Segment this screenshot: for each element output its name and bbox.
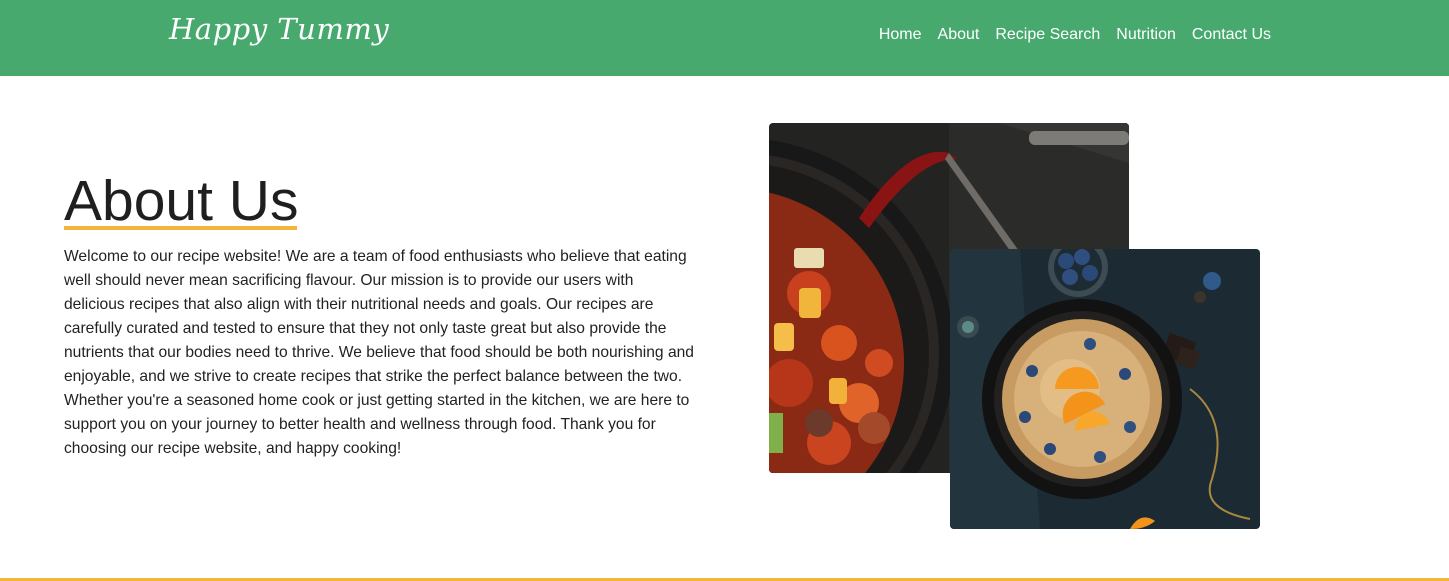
main-nav: Home About Recipe Search Nutrition Conta… bbox=[879, 26, 1271, 44]
title-underline bbox=[64, 226, 297, 230]
site-header: Happy Tummy Home About Recipe Search Nut… bbox=[0, 0, 1449, 76]
nav-link-recipe-search[interactable]: Recipe Search bbox=[995, 26, 1100, 44]
nav-link-nutrition[interactable]: Nutrition bbox=[1116, 26, 1176, 44]
site-logo[interactable]: Happy Tummy bbox=[169, 12, 389, 46]
page-title: About Us bbox=[64, 169, 299, 233]
nav-link-contact-us[interactable]: Contact Us bbox=[1192, 26, 1271, 44]
nav-link-home[interactable]: Home bbox=[879, 26, 922, 44]
pancake-skillet-image bbox=[950, 249, 1260, 529]
page: Happy Tummy Home About Recipe Search Nut… bbox=[0, 0, 1449, 581]
about-paragraph: Welcome to our recipe website! We are a … bbox=[64, 248, 694, 457]
nav-link-about[interactable]: About bbox=[938, 26, 980, 44]
pancake-skillet-photo bbox=[950, 249, 1260, 529]
